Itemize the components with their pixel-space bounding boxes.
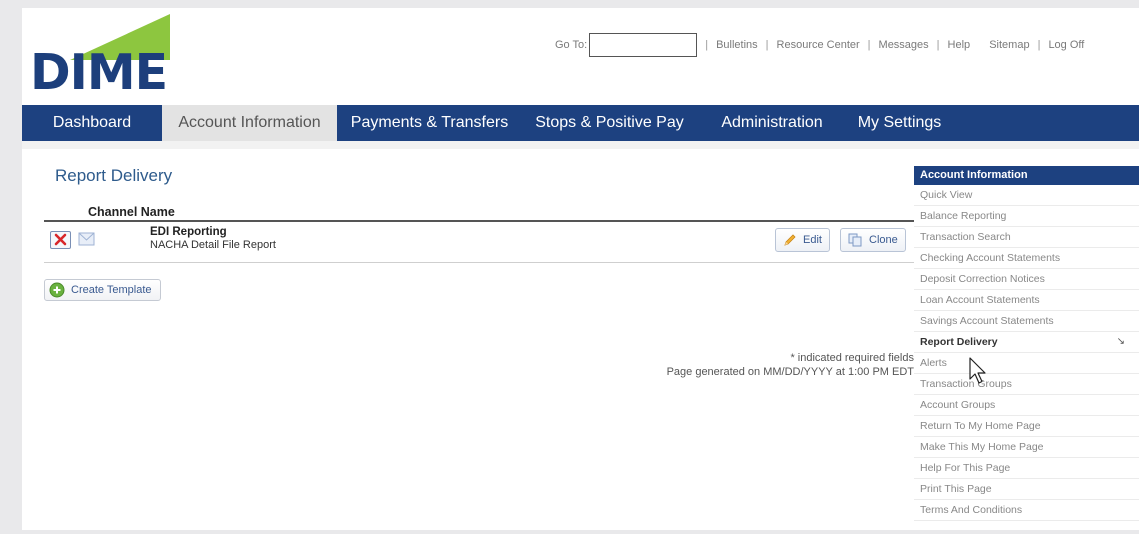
- sidebar-item-terms[interactable]: Terms And Conditions: [914, 500, 1139, 521]
- edit-button[interactable]: Edit: [775, 228, 830, 252]
- plus-circle-icon: [49, 282, 65, 298]
- copy-icon: [848, 233, 862, 247]
- create-template-label: Create Template: [71, 284, 152, 296]
- help-link[interactable]: Help: [948, 39, 971, 51]
- separator: |: [705, 39, 709, 51]
- close-x-icon: [54, 233, 67, 246]
- sidebar-item-savings-statements[interactable]: Savings Account Statements: [914, 311, 1139, 332]
- clone-button[interactable]: Clone: [840, 228, 906, 252]
- report-name: EDI Reporting: [150, 226, 227, 238]
- sidebar-header: Account Information: [914, 166, 1139, 185]
- page-generated-note: Page generated on MM/DD/YYYY at 1:00 PM …: [666, 366, 914, 378]
- envelope-icon[interactable]: [78, 232, 95, 246]
- clone-label: Clone: [869, 234, 898, 246]
- log-off-link[interactable]: Log Off: [1048, 39, 1084, 51]
- main-nav: Dashboard Account Information Payments &…: [22, 105, 1139, 141]
- sidebar-item-help-page[interactable]: Help For This Page: [914, 458, 1139, 479]
- sidebar-item-report-delivery[interactable]: Report Delivery ↘: [914, 332, 1139, 353]
- goto-input[interactable]: [589, 33, 698, 57]
- sidebar-item-balance-reporting[interactable]: Balance Reporting: [914, 206, 1139, 227]
- mouse-pointer-icon: [969, 357, 986, 384]
- nav-stops-positive-pay[interactable]: Stops & Positive Pay: [522, 105, 697, 141]
- page-title: Report Delivery: [55, 166, 173, 185]
- nav-account-information[interactable]: Account Information: [162, 105, 337, 141]
- sidebar-item-make-home[interactable]: Make This My Home Page: [914, 437, 1139, 458]
- sidebar-item-checking-statements[interactable]: Checking Account Statements: [914, 248, 1139, 269]
- sidebar-item-return-home[interactable]: Return To My Home Page: [914, 416, 1139, 437]
- nav-payments-transfers[interactable]: Payments & Transfers: [337, 105, 522, 141]
- sidebar-item-deposit-correction[interactable]: Deposit Correction Notices: [914, 269, 1139, 290]
- top-links: Go To: | Bulletins | Resource Center | M…: [555, 32, 1084, 58]
- separator: [978, 39, 981, 51]
- nav-my-settings[interactable]: My Settings: [847, 105, 952, 141]
- delete-button[interactable]: [50, 231, 71, 249]
- sidebar-item-account-groups[interactable]: Account Groups: [914, 395, 1139, 416]
- separator: |: [1037, 39, 1041, 51]
- report-description: NACHA Detail File Report: [150, 239, 276, 251]
- chevron-down-icon: ↘: [1116, 336, 1125, 347]
- separator: |: [936, 39, 940, 51]
- dime-logo[interactable]: DIME: [30, 14, 170, 98]
- separator: |: [867, 39, 871, 51]
- sidebar: Account Information Quick View Balance R…: [914, 166, 1139, 521]
- required-fields-note: * indicated required fields: [790, 352, 914, 364]
- sidebar-item-print-page[interactable]: Print This Page: [914, 479, 1139, 500]
- row-divider: [44, 262, 914, 263]
- table-row: EDI Reporting NACHA Detail File Report E…: [44, 222, 914, 262]
- resource-center-link[interactable]: Resource Center: [777, 39, 860, 51]
- nav-dashboard[interactable]: Dashboard: [22, 105, 162, 141]
- bulletins-link[interactable]: Bulletins: [716, 39, 758, 51]
- nav-administration[interactable]: Administration: [697, 105, 847, 141]
- goto-label: Go To:: [555, 39, 588, 51]
- pencil-icon: [784, 234, 796, 246]
- messages-link[interactable]: Messages: [879, 39, 929, 51]
- sidebar-item-label: Report Delivery: [920, 336, 998, 348]
- column-header-channel-name: Channel Name: [88, 205, 175, 219]
- sidebar-item-loan-statements[interactable]: Loan Account Statements: [914, 290, 1139, 311]
- page: DIME Go To: | Bulletins | Resource Cente…: [22, 8, 1139, 530]
- sidebar-item-transaction-groups[interactable]: Transaction Groups: [914, 374, 1139, 395]
- sidebar-item-alerts[interactable]: Alerts: [914, 353, 1139, 374]
- logo-text: DIME: [30, 44, 168, 101]
- create-template-button[interactable]: Create Template: [44, 279, 161, 301]
- sidebar-item-quick-view[interactable]: Quick View: [914, 185, 1139, 206]
- sitemap-link[interactable]: Sitemap: [989, 39, 1029, 51]
- edit-label: Edit: [803, 234, 822, 246]
- nav-subbar: [22, 141, 1139, 149]
- separator: |: [765, 39, 769, 51]
- sidebar-item-transaction-search[interactable]: Transaction Search: [914, 227, 1139, 248]
